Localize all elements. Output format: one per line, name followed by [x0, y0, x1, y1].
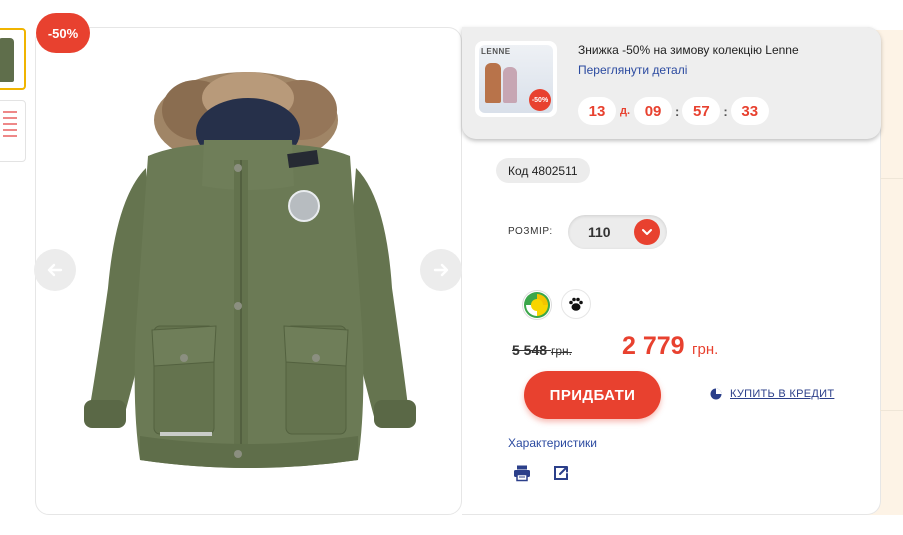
thumbnail-size-chart-image: [3, 111, 17, 141]
promo-details-link[interactable]: Переглянути деталі: [578, 63, 687, 77]
paw-icon[interactable]: [561, 289, 591, 319]
share-icon[interactable]: [551, 463, 571, 483]
new-price-currency: грн.: [692, 341, 719, 358]
product-code: Код 4802511: [496, 158, 590, 183]
thumbnail-list: [0, 28, 26, 172]
discount-badge: -50%: [36, 13, 90, 53]
arrow-left-icon: [47, 263, 63, 277]
old-price-value: 5 548: [512, 342, 548, 358]
chevron-down-icon[interactable]: [634, 219, 660, 245]
timer-seconds: 33: [730, 97, 769, 125]
credit-link[interactable]: КУПИТЬ В КРЕДИТ: [710, 388, 834, 400]
promo-image-figure: [503, 67, 517, 103]
timer-days-unit: д.: [620, 105, 631, 117]
credit-label: КУПИТЬ В КРЕДИТ: [730, 388, 835, 400]
promo-image-logo: LENNE: [481, 47, 511, 56]
countdown-timer: 13 д. 09 : 57 : 33: [578, 97, 769, 125]
season-icon[interactable]: [522, 290, 552, 320]
promo-image[interactable]: LENNE -50%: [475, 41, 557, 117]
old-price-currency: грн.: [550, 344, 572, 358]
prev-image-button[interactable]: [34, 249, 76, 291]
promo-title: Знижка -50% на зимову колекцію Lenne: [578, 43, 799, 57]
promo-image-figure: [485, 63, 501, 103]
size-label: РОЗМІР:: [508, 226, 553, 237]
printer-icon[interactable]: [512, 463, 532, 483]
pie-chart-icon: [710, 388, 722, 400]
product-image-panel: [35, 27, 462, 515]
arrow-right-icon: [433, 263, 449, 277]
new-price: 2 779: [622, 332, 685, 360]
thumbnail-size-chart[interactable]: [0, 100, 26, 162]
old-price: 5 548 грн.: [512, 342, 572, 358]
side-divider: [880, 410, 903, 411]
next-image-button[interactable]: [420, 249, 462, 291]
timer-minutes: 57: [682, 97, 721, 125]
promo-banner: LENNE -50% Знижка -50% на зимову колекці…: [462, 27, 881, 139]
timer-separator: :: [723, 103, 728, 119]
buy-button[interactable]: ПРИДБАТИ: [524, 371, 661, 419]
size-value: 110: [588, 224, 611, 240]
thumbnail-jacket[interactable]: [0, 28, 26, 90]
timer-separator: :: [675, 103, 680, 119]
timer-days: 13: [578, 97, 616, 125]
characteristics-link[interactable]: Характеристики: [508, 436, 597, 450]
timer-hours: 09: [634, 97, 673, 125]
thumbnail-jacket-image: [0, 38, 14, 82]
product-image[interactable]: [36, 28, 462, 515]
size-select[interactable]: 110: [568, 215, 667, 249]
side-divider: [880, 178, 903, 179]
promo-image-badge: -50%: [529, 89, 551, 111]
